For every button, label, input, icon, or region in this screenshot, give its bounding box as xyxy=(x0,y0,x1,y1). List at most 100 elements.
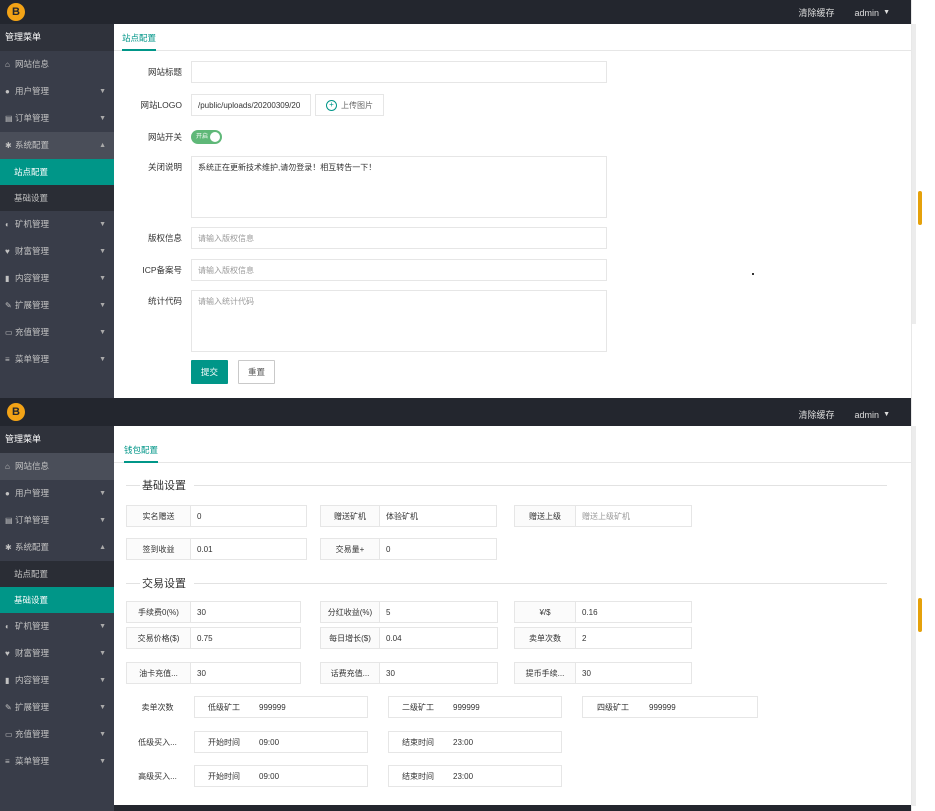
sidebar-item-recharge[interactable]: ▭ 充值管理 ▼ xyxy=(0,319,114,346)
high-buy-end-field[interactable]: 结束时间 23:00 xyxy=(388,765,562,787)
icp-input[interactable]: 请输入版权信息 xyxy=(191,259,607,281)
scrollbar-top[interactable] xyxy=(911,0,935,398)
sidebar: 管理菜单 ⌂ 网站信息 ● 用户管理 ▼ ▤ 订单管理 ▼ ✱ 系统配置 ▲ 站点配置 基础设… xyxy=(0,24,114,398)
chevron-down-icon: ▼ xyxy=(883,9,890,16)
home-icon: ⌂ xyxy=(5,60,10,69)
trade-field[interactable]: 分红收益(%) 5 xyxy=(320,601,498,623)
sidebar-item-wealth[interactable]: ♥ 财富管理 ▼ xyxy=(0,238,114,265)
sidebar-item-recharge[interactable]: ▭ 充值管理 ▼ xyxy=(0,721,114,748)
sidebar-item-users[interactable]: ● 用户管理 ▼ xyxy=(0,78,114,105)
chevron-down-icon: ▼ xyxy=(99,758,106,765)
basic-field[interactable]: 赠送上级 赠送上级矿机 xyxy=(514,505,692,527)
clear-cache-link[interactable]: 清除缓存 xyxy=(799,6,835,19)
chevron-down-icon: ▼ xyxy=(99,115,106,122)
field-value: 5 xyxy=(386,607,391,617)
scroll-thumb[interactable] xyxy=(918,191,922,225)
sidebar-subitem-site-config[interactable]: 站点配置 xyxy=(0,159,114,185)
chevron-down-icon: ▼ xyxy=(99,248,106,255)
user-menu[interactable]: admin ▼ xyxy=(855,410,890,420)
sidebar-item-miners[interactable]: ◐ 矿机管理 ▼ xyxy=(0,211,114,238)
sidebar-item-orders[interactable]: ▤ 订单管理 ▼ xyxy=(0,507,114,534)
sidebar-item-menus[interactable]: ≡ 菜单管理 ▼ xyxy=(0,748,114,775)
field-value: 0.16 xyxy=(582,607,598,617)
user-menu[interactable]: admin ▼ xyxy=(855,8,890,18)
field-key: 开始时间 xyxy=(195,766,253,786)
sidebar-item-label: 订单管理 xyxy=(15,113,50,123)
sidebar-item-orders[interactable]: ▤ 订单管理 ▼ xyxy=(0,105,114,132)
tab-site-config[interactable]: 站点配置 xyxy=(122,32,157,51)
low-buy-label: 低级买入... xyxy=(126,731,189,753)
site-title-label: 网站标题 xyxy=(147,67,182,77)
site-title-input[interactable] xyxy=(191,61,607,83)
wallet-config-panel: 钱包配置 基础设置 实名赠送 0 赠送矿机 体验矿机 赠送上级 赠送上级矿机 签到收益… xyxy=(114,426,912,811)
sidebar-item-label: 基础设置 xyxy=(14,595,49,605)
trade-field[interactable]: ¥/$ 0.16 xyxy=(514,601,692,623)
trade-field[interactable]: 提币手续... 30 xyxy=(514,662,692,684)
gear-icon: ✱ xyxy=(5,141,12,150)
field-value: 0.01 xyxy=(197,544,213,554)
sidebar-subitem-site-config[interactable]: 站点配置 xyxy=(0,561,114,587)
copyright-input[interactable]: 请输入版权信息 xyxy=(191,227,607,249)
field-value: 体验矿机 xyxy=(386,511,418,521)
sidebar-subitem-basic-settings[interactable]: 基础设置 xyxy=(0,185,114,211)
upload-image-button[interactable]: + 上传图片 xyxy=(315,94,384,116)
clear-cache-link[interactable]: 清除缓存 xyxy=(799,408,835,421)
sidebar-item-content[interactable]: ▮ 内容管理 ▼ xyxy=(0,265,114,292)
submit-button[interactable]: 提交 xyxy=(191,360,228,384)
chevron-down-icon: ▼ xyxy=(99,88,106,95)
basic-field[interactable]: 签到收益 0.01 xyxy=(126,538,307,560)
field-value: 0 xyxy=(197,511,202,521)
switch-knob xyxy=(210,132,220,142)
low-buy-start-field[interactable]: 开始时间 09:00 xyxy=(194,731,368,753)
sidebar-item-wealth[interactable]: ♥ 财富管理 ▼ xyxy=(0,640,114,667)
sidebar-item-extensions[interactable]: ✎ 扩展管理 ▼ xyxy=(0,694,114,721)
field-key: 二级矿工 xyxy=(389,697,447,717)
close-notice-textarea[interactable]: 系统正在更新技术维护,请勿登录！相互转告一下！ xyxy=(191,156,607,218)
wrench-icon: ✎ xyxy=(5,703,12,712)
tab-wallet-config[interactable]: 钱包配置 xyxy=(124,444,159,463)
stats-code-textarea[interactable]: 请输入统计代码 xyxy=(191,290,607,352)
user-name: admin xyxy=(854,409,880,420)
site-switch-toggle[interactable]: 开启 xyxy=(191,130,222,144)
trade-field[interactable]: 交易价格($) 0.75 xyxy=(126,627,301,649)
sell-field[interactable]: 四级矿工 999999 xyxy=(582,696,758,718)
basic-field[interactable]: 交易量+ 0 xyxy=(320,538,497,560)
low-buy-end-field[interactable]: 结束时间 23:00 xyxy=(388,731,562,753)
field-value: 23:00 xyxy=(453,771,474,781)
stats-code-placeholder: 请输入统计代码 xyxy=(198,297,254,306)
sidebar-item-system-config[interactable]: ✱ 系统配置 ▲ xyxy=(0,534,114,561)
gear-icon: ✱ xyxy=(5,543,12,552)
trade-field[interactable]: 卖单次数 2 xyxy=(514,627,692,649)
sidebar-item-label: 菜单管理 xyxy=(15,354,50,364)
scroll-thumb[interactable] xyxy=(918,598,922,632)
reset-button[interactable]: 重置 xyxy=(238,360,275,384)
sidebar-item-content[interactable]: ▮ 内容管理 ▼ xyxy=(0,667,114,694)
sell-field[interactable]: 低级矿工 999999 xyxy=(194,696,368,718)
scrollbar-bottom[interactable] xyxy=(911,398,935,811)
sidebar-item-label: 站点配置 xyxy=(14,569,49,579)
field-value: 30 xyxy=(197,607,206,617)
doc-icon: ▮ xyxy=(5,274,10,283)
sidebar-item-label: 站点配置 xyxy=(14,167,49,177)
sidebar-item-miners[interactable]: ◐ 矿机管理 ▼ xyxy=(0,613,114,640)
trade-field[interactable]: 油卡充值... 30 xyxy=(126,662,301,684)
sidebar-item-site-info[interactable]: ⌂ 网站信息 xyxy=(0,453,114,480)
sidebar-item-menus[interactable]: ≡ 菜单管理 ▼ xyxy=(0,346,114,373)
sidebar-item-site-info[interactable]: ⌂ 网站信息 xyxy=(0,51,114,78)
basic-field[interactable]: 实名赠送 0 xyxy=(126,505,307,527)
sidebar-item-users[interactable]: ● 用户管理 ▼ xyxy=(0,480,114,507)
basic-field[interactable]: 赠送矿机 体验矿机 xyxy=(320,505,497,527)
card-icon: ▭ xyxy=(5,328,13,337)
sidebar-item-extensions[interactable]: ✎ 扩展管理 ▼ xyxy=(0,292,114,319)
trade-field[interactable]: 每日增长($) 0.04 xyxy=(320,627,498,649)
sell-field[interactable]: 二级矿工 999999 xyxy=(388,696,562,718)
trade-field[interactable]: 话费充值... 30 xyxy=(320,662,498,684)
trade-field[interactable]: 手续费0(%) 30 xyxy=(126,601,301,623)
field-key: 手续费0(%) xyxy=(127,602,191,622)
high-buy-start-field[interactable]: 开始时间 09:00 xyxy=(194,765,368,787)
sidebar-subitem-basic-settings[interactable]: 基础设置 xyxy=(0,587,114,613)
field-key: ¥/$ xyxy=(515,602,576,622)
sidebar-item-system-config[interactable]: ✱ 系统配置 ▲ xyxy=(0,132,114,159)
chevron-down-icon: ▼ xyxy=(99,517,106,524)
site-logo-input[interactable]: /public/uploads/20200309/20 xyxy=(191,94,311,116)
